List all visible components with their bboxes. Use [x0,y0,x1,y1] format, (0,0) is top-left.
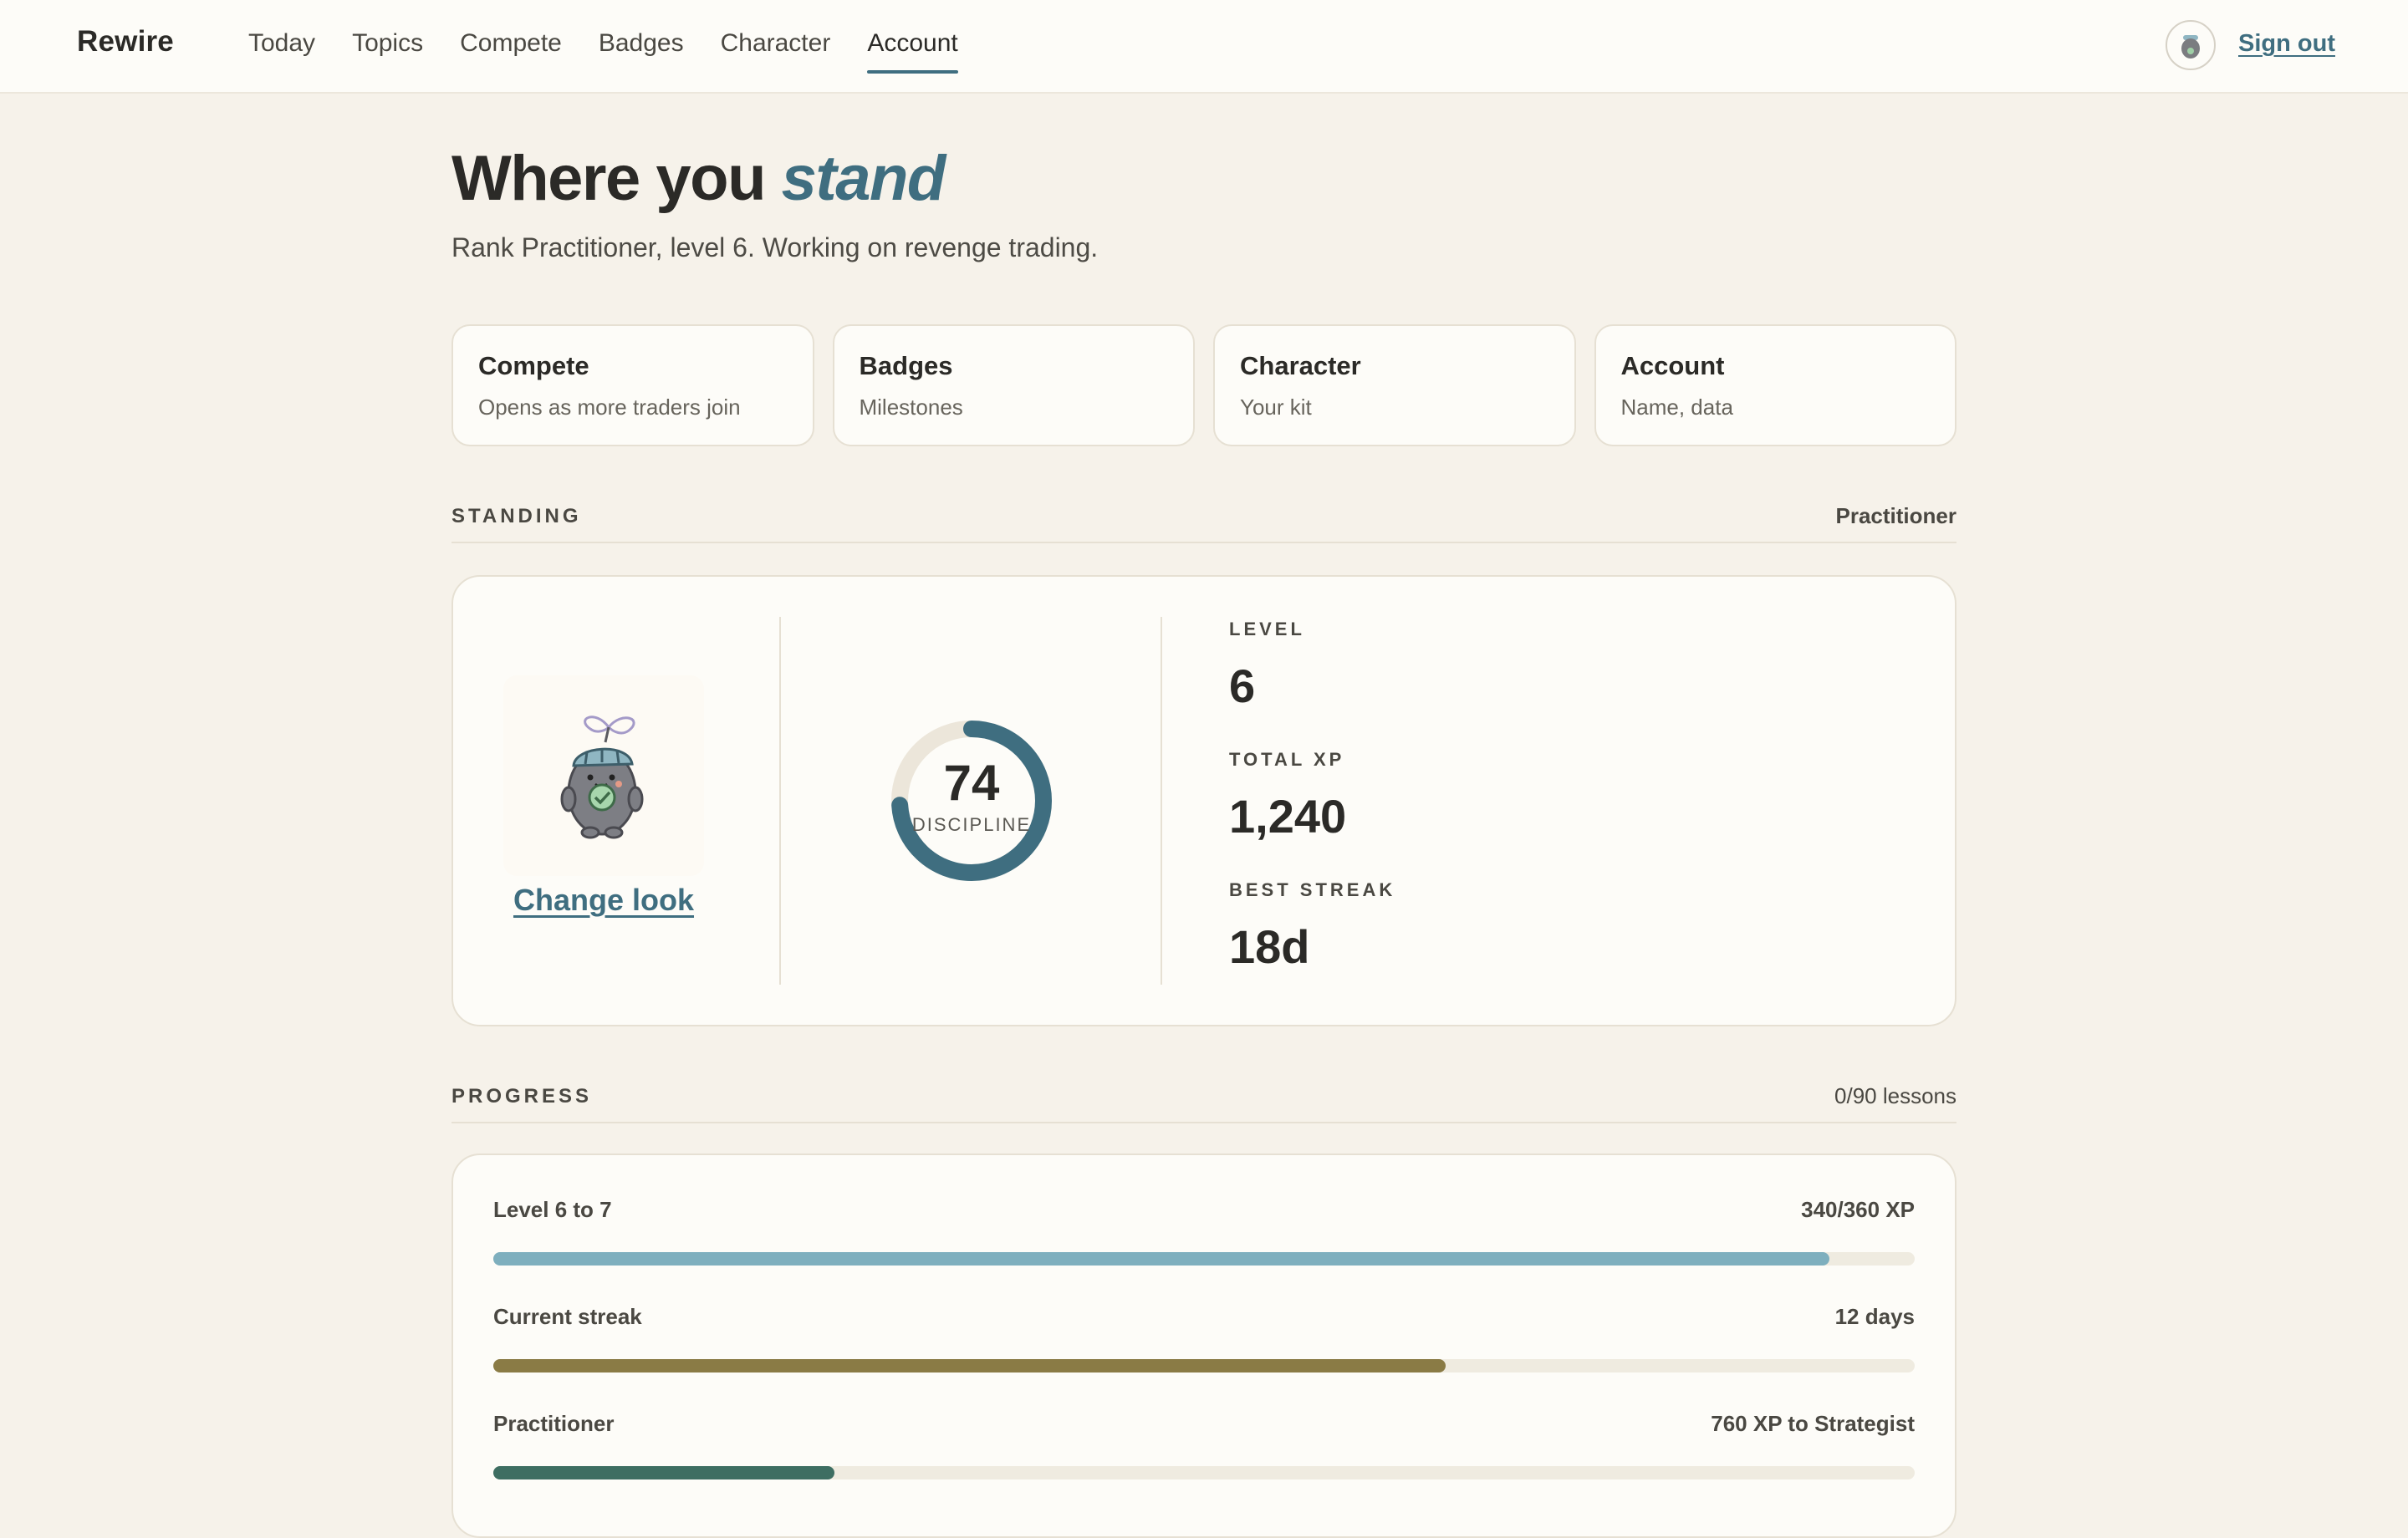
character-mascot-icon [560,716,644,839]
progress-row-value: 12 days [1834,1304,1915,1329]
card-subtitle: Name, data [1620,395,1733,420]
progress-row-label: Level 6 to 7 [493,1197,612,1222]
card-title: Account [1620,351,1725,380]
level-progress-bar [493,1252,1915,1266]
card-subtitle: Milestones [859,395,963,420]
nav-item-character[interactable]: Character [721,0,831,94]
progress-row-label: Practitioner [493,1411,615,1436]
level-label: LEVEL [1229,619,1305,639]
card-compete[interactable]: Compete Opens as more traders join [452,324,814,446]
card-badges[interactable]: Badges Milestones [832,324,1195,446]
progress-row-label: Current streak [493,1304,642,1329]
nav-item-today[interactable]: Today [248,0,315,94]
standing-panel: Change look 74 DISCIPLINE LEVEL 6 TOTAL … [452,575,1956,1026]
standing-section-header: STANDING Practitioner [452,503,1957,543]
page-title-accent: stand [781,143,946,214]
card-title: Character [1240,351,1361,380]
rank-progress-bar [493,1466,1915,1479]
discipline-score: 74 [943,755,1000,811]
level-value: 6 [1229,660,1256,712]
progress-row-value: 760 XP to Strategist [1711,1411,1915,1436]
total-xp-label: TOTAL XP [1229,749,1345,770]
character-avatar-icon [2181,35,2200,59]
card-character[interactable]: Character Your kit [1213,324,1576,446]
change-look-link[interactable]: Change look [503,883,704,918]
progress-panel: Level 6 to 7 340/360 XP Current streak 1… [452,1154,1956,1538]
nav-item-account[interactable]: Account [867,0,959,94]
best-streak-label: BEST STREAK [1229,879,1396,900]
sign-out-link[interactable]: Sign out [2238,30,2335,58]
page-title: Where you stand [452,142,946,215]
card-title: Badges [859,351,953,380]
card-title: Compete [478,351,589,380]
page-subtitle: Rank Practitioner, level 6. Working on r… [452,232,1099,262]
card-subtitle: Opens as more traders join [478,395,741,420]
avatar-button[interactable] [2166,20,2216,70]
lessons-count: 0/90 lessons [1834,1083,1956,1108]
best-streak-value: 18d [1229,920,1310,973]
main-nav: Today Topics Compete Badges Character Ac… [248,0,959,94]
card-account[interactable]: Account Name, data [1594,324,1956,446]
nav-item-compete[interactable]: Compete [460,0,562,94]
shortcut-cards: Compete Opens as more traders join Badge… [452,324,1956,446]
progress-section-header: PROGRESS 0/90 lessons [452,1083,1956,1123]
card-subtitle: Your kit [1240,395,1312,420]
nav-item-topics[interactable]: Topics [352,0,423,94]
level-progress-fill [493,1252,1829,1266]
discipline-label: DISCIPLINE [911,814,1032,835]
page-title-plain: Where you [452,143,782,214]
character-portrait [503,675,704,876]
brand-logo[interactable]: Rewire [77,25,174,59]
divider [1161,617,1162,985]
streak-progress-bar [493,1359,1915,1372]
total-xp-value: 1,240 [1229,790,1347,843]
progress-row-value: 340/360 XP [1801,1197,1915,1222]
standing-section-label: STANDING [452,505,582,527]
nav-item-badges[interactable]: Badges [599,0,684,94]
rank-label: Practitioner [1835,503,1957,528]
progress-section-label: PROGRESS [452,1085,593,1108]
divider [779,617,781,985]
rank-progress-fill [493,1466,834,1479]
streak-progress-fill [493,1359,1446,1372]
top-nav-bar: Rewire Today Topics Compete Badges Chara… [0,0,2408,94]
